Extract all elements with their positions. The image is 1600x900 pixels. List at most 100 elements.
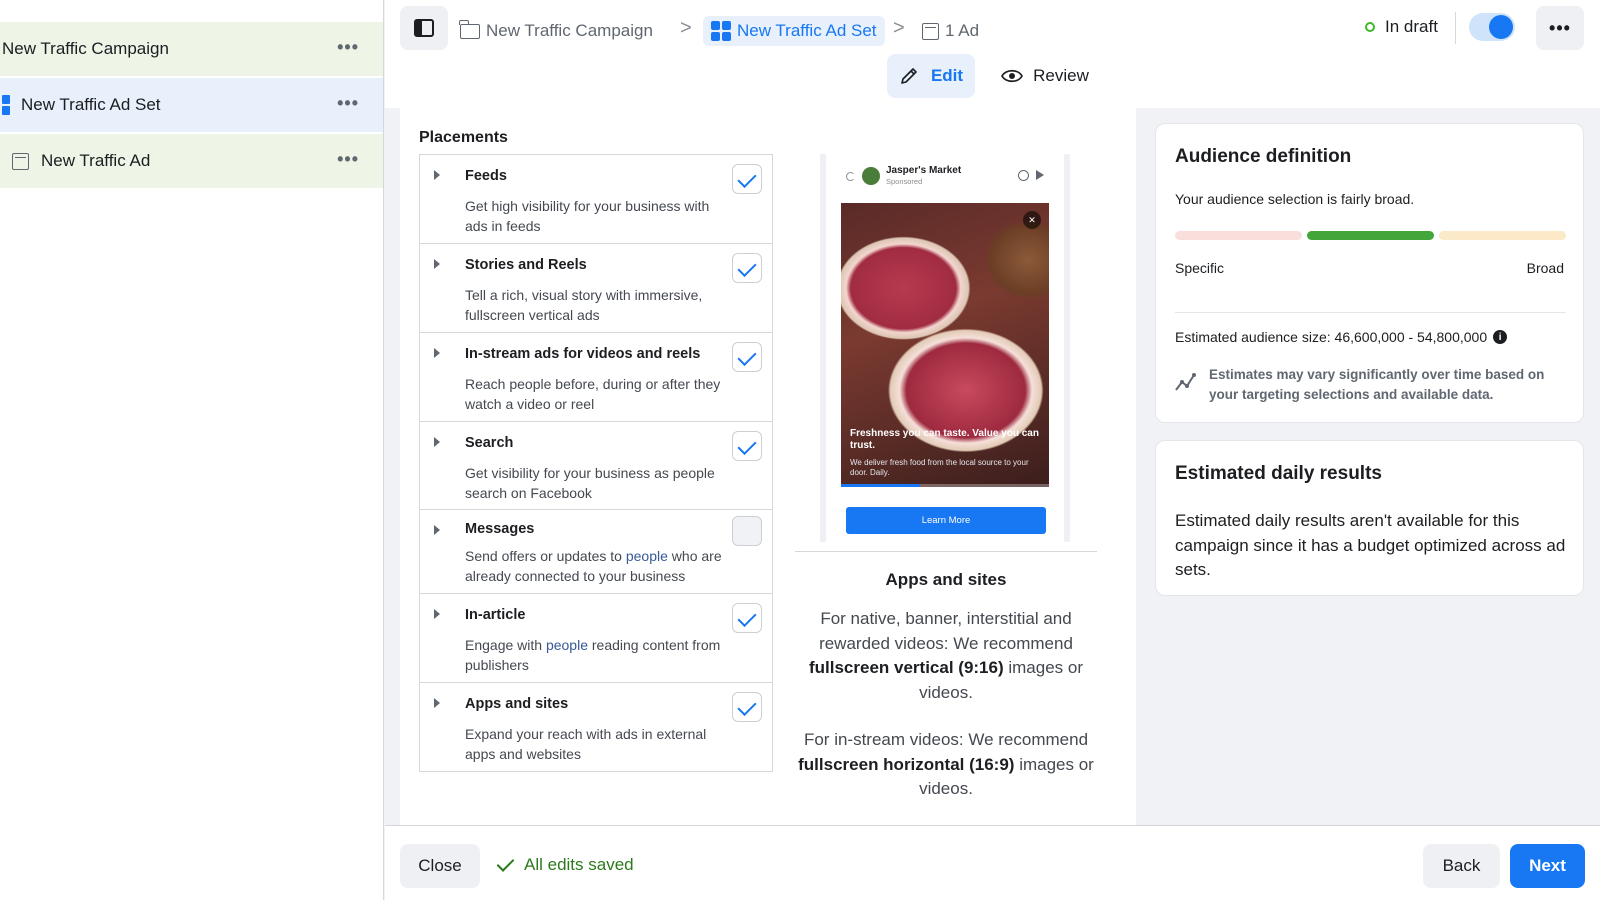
preview-headline: Freshness you can taste. Value you can t… (850, 428, 1039, 451)
placement-description: Engage with people reading content from … (465, 637, 721, 673)
sidebar-item-adset[interactable]: New Traffic Ad Set ••• (0, 78, 383, 132)
placement-name: Stories and Reels (465, 257, 587, 273)
expand-caret-icon[interactable] (434, 609, 440, 619)
audience-breadth-meter (1175, 231, 1566, 240)
audience-note: Estimates may vary significantly over ti… (1209, 367, 1545, 402)
sidebar-item-label: New Traffic Ad (41, 151, 151, 170)
audience-definition-card: Audience definition Your audience select… (1155, 123, 1584, 423)
draft-status: In draft (1365, 17, 1438, 37)
breadcrumb-separator: > (680, 17, 692, 39)
breadcrumb-label: 1 Ad (945, 21, 980, 40)
placement-name: Messages (465, 521, 535, 537)
placement-checkbox[interactable] (732, 253, 762, 283)
placement-checkbox[interactable] (732, 692, 762, 722)
status-dot (1365, 22, 1375, 32)
toggle-knob (1489, 15, 1513, 39)
placement-checkbox[interactable] (732, 431, 762, 461)
audience-size-text: Estimated audience size: 46,600,000 - 54… (1175, 329, 1488, 345)
breadcrumb-campaign[interactable]: New Traffic Campaign (459, 16, 653, 46)
placement-row-messages[interactable]: Messages Send offers or updates to peopl… (420, 510, 772, 594)
placement-row-apps-sites[interactable]: Apps and sites Expand your reach with ad… (420, 683, 772, 771)
placement-checkbox[interactable] (732, 603, 762, 633)
expand-caret-icon[interactable] (434, 170, 440, 180)
right-column: Audience definition Your audience select… (1136, 108, 1600, 825)
campaign-tree-sidebar: New Traffic Campaign ••• New Traffic Ad … (0, 0, 384, 900)
meter-segment-broad (1439, 231, 1566, 240)
meter-label-broad: Broad (1526, 260, 1564, 276)
more-options-icon[interactable]: ••• (337, 38, 359, 56)
breadcrumb-ad[interactable]: 1 Ad (922, 16, 979, 46)
recommendation-text: For in-stream videos: We recommend fulls… (798, 730, 1094, 798)
more-options-button[interactable]: ••• (1536, 6, 1584, 50)
sidebar-item-label: New Traffic Ad Set (21, 95, 161, 114)
breadcrumb-adset[interactable]: New Traffic Ad Set (703, 16, 885, 46)
save-status: All edits saved (495, 853, 634, 875)
preview-sponsored: Sponsored (886, 177, 923, 186)
divider (1175, 312, 1566, 313)
card-title: Audience definition (1175, 146, 1352, 167)
publish-toggle[interactable] (1469, 13, 1515, 41)
placement-checkbox[interactable] (732, 342, 762, 372)
meter-segment-middle (1307, 231, 1434, 240)
info-icon[interactable]: i (1493, 330, 1508, 344)
expand-caret-icon[interactable] (434, 259, 440, 269)
placement-description: Expand your reach with ads in external a… (465, 726, 707, 762)
daily-results-card: Estimated daily results Estimated daily … (1155, 440, 1584, 596)
tab-label: Review (1033, 66, 1089, 85)
sidebar-item-campaign[interactable]: New Traffic Campaign ••• (0, 22, 383, 76)
placement-row-in-article[interactable]: In-article Engage with people reading co… (420, 594, 772, 683)
placement-description: Reach people before, during or after the… (465, 376, 721, 412)
placement-list: Feeds Get high visibility for your busin… (419, 154, 773, 772)
audience-size: Estimated audience size: 46,600,000 - 54… (1175, 329, 1508, 345)
meter-label-specific: Specific (1175, 260, 1225, 276)
mute-icon: ✕ (1023, 211, 1041, 229)
status-label: In draft (1385, 17, 1438, 36)
placement-row-feeds[interactable]: Feeds Get high visibility for your busin… (420, 155, 772, 244)
placement-row-stories-reels[interactable]: Stories and Reels Tell a rich, visual st… (420, 244, 772, 333)
divider (795, 551, 1097, 552)
daily-results-text: Estimated daily results aren't available… (1175, 511, 1566, 579)
preview-header: Jasper's Market Sponsored (846, 164, 1046, 190)
bottom-bar: Close All edits saved Back Next (385, 825, 1600, 900)
placement-name: In-article (465, 607, 526, 623)
placement-checkbox[interactable] (732, 164, 762, 194)
sidebar-item-ad[interactable]: New Traffic Ad ••• (0, 134, 383, 188)
meter-segment-specific (1175, 231, 1302, 240)
expand-caret-icon[interactable] (434, 348, 440, 358)
expand-caret-icon[interactable] (434, 437, 440, 447)
more-options-icon[interactable]: ••• (337, 94, 359, 112)
panel-toggle-button[interactable] (400, 6, 448, 50)
tab-edit[interactable]: Edit (887, 54, 975, 98)
folder-icon (459, 19, 480, 39)
preview-subtext: We deliver fresh food from the local sou… (850, 458, 1029, 477)
placement-name: In-stream ads for videos and reels (465, 346, 701, 362)
share-icon (1036, 170, 1044, 180)
back-button[interactable]: Back (1423, 844, 1500, 888)
placement-name: Apps and sites (465, 696, 569, 712)
more-options-icon[interactable]: ••• (337, 150, 359, 168)
placement-row-search[interactable]: Search Get visibility for your business … (420, 422, 772, 510)
expand-caret-icon[interactable] (434, 698, 440, 708)
expand-caret-icon[interactable] (434, 525, 440, 535)
preview-image: ✕ Freshness you can taste. Value you can… (841, 203, 1049, 487)
placement-row-instream[interactable]: In-stream ads for videos and reels Reach… (420, 333, 772, 422)
video-progress-fill (841, 484, 921, 487)
section-title: Placements (419, 129, 508, 146)
breadcrumb-label: New Traffic Ad Set (737, 21, 877, 40)
pencil-icon (901, 68, 917, 84)
breadcrumb-separator: > (893, 17, 905, 39)
placement-description: Get visibility for your business as peop… (465, 465, 715, 501)
placement-checkbox[interactable] (732, 516, 762, 546)
people-link[interactable]: people (546, 637, 588, 653)
close-button[interactable]: Close (400, 844, 480, 888)
tab-review[interactable]: Review (995, 54, 1095, 98)
eye-icon (1001, 69, 1024, 83)
people-link[interactable]: people (626, 548, 668, 564)
card-title: Estimated daily results (1175, 463, 1382, 484)
audience-description: Your audience selection is fairly broad. (1175, 191, 1415, 207)
next-button[interactable]: Next (1510, 844, 1585, 888)
placement-description: Get high visibility for your business wi… (465, 198, 710, 234)
preview-placement-title: Apps and sites (885, 570, 1007, 589)
preview-cta-button: Learn More (846, 507, 1046, 534)
ad-icon (922, 22, 939, 40)
